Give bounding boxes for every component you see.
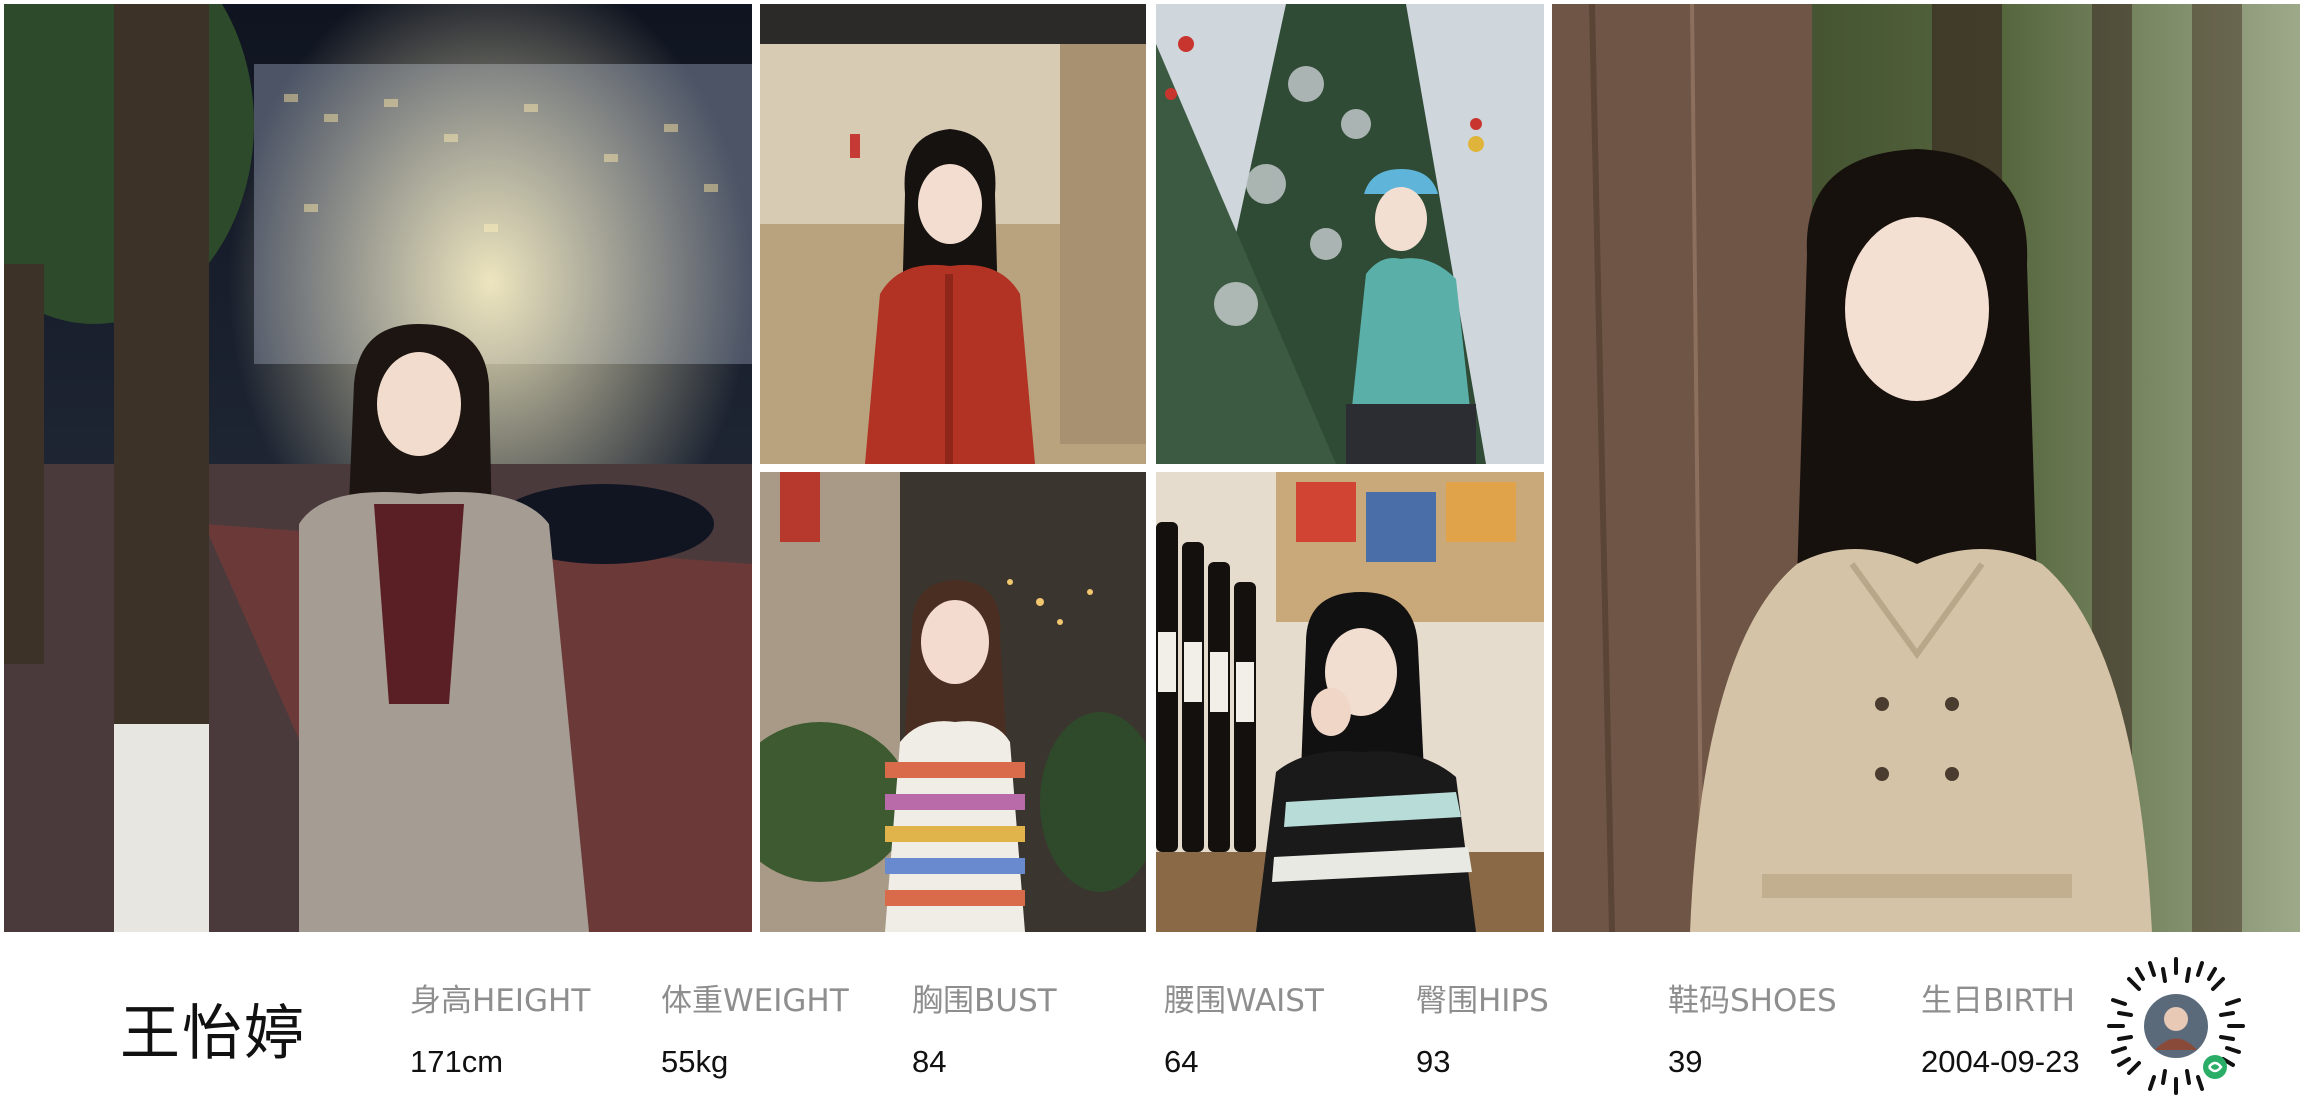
photo-red-cardigan[interactable] [760,4,1146,464]
photo-forest-trench[interactable] [1552,4,2300,932]
stat-value: 64 [1164,1044,1199,1079]
stat-value: 55kg [661,1044,729,1079]
stat-weight: 体重WEIGHT 55kg [661,975,901,1080]
stat-label: 胸围BUST [912,983,1057,1019]
stat-shoes: 鞋码SHOES 39 [1668,975,1908,1080]
photo-striped-sweater[interactable] [760,472,1146,932]
stat-hips: 臀围HIPS 93 [1416,975,1656,1080]
photo-night-street[interactable] [4,4,752,932]
stat-bust: 胸围BUST 84 [912,975,1152,1080]
stat-label: 鞋码SHOES [1668,983,1837,1019]
stat-waist: 腰围WAIST 64 [1164,975,1404,1080]
stat-value: 93 [1416,1044,1451,1079]
stat-height: 身高HEIGHT 171cm [410,975,650,1080]
photo-christmas-tree[interactable] [1156,4,1544,464]
stat-value: 84 [912,1044,947,1079]
stat-label: 身高HEIGHT [410,983,591,1019]
mini-program-code-icon[interactable] [2105,955,2247,1097]
stat-label: 腰围WAIST [1164,983,1324,1019]
model-info-bar: 王怡婷 身高HEIGHT 171cm 体重WEIGHT 55kg 胸围BUST … [0,935,2304,1116]
model-name: 王怡婷 [120,999,306,1069]
photo-gallery [0,0,2304,935]
stat-label: 臀围HIPS [1416,983,1549,1019]
stat-label: 体重WEIGHT [661,983,849,1019]
stat-value: 171cm [410,1044,504,1079]
photo-izakaya[interactable] [1156,472,1544,932]
stat-value: 39 [1668,1044,1703,1079]
